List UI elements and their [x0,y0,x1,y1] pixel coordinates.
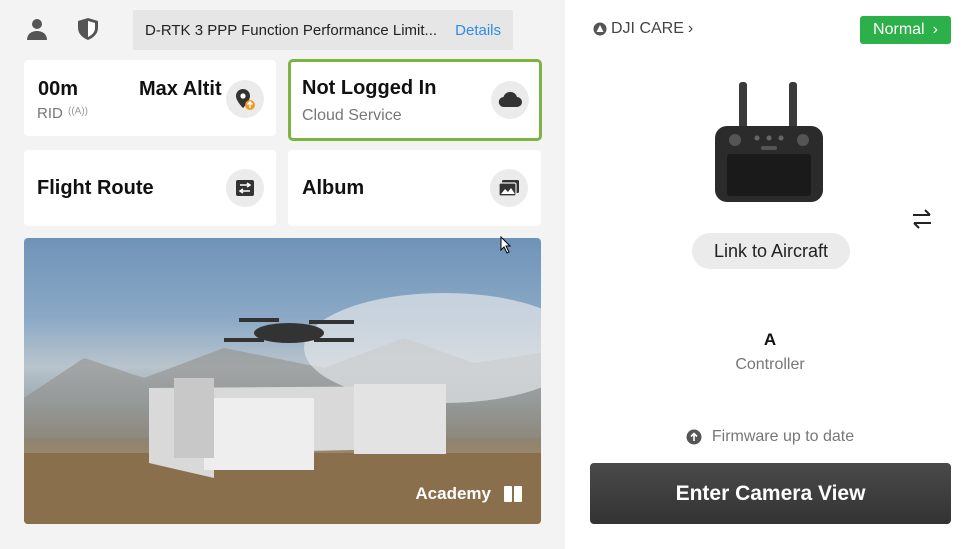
left-panel: D-RTK 3 PPP Function Performance Limit..… [0,0,565,549]
flight-route-title: Flight Route [37,177,154,199]
controller-label: Controller [735,356,805,373]
notice-text: D-RTK 3 PPP Function Performance Limit..… [145,21,438,39]
dji-care-link[interactable]: DJI CARE › [593,20,693,38]
cloud-service-label: Cloud Service [302,107,402,124]
academy-banner[interactable]: Academy [24,238,541,524]
upload-circle-icon [686,429,702,445]
link-to-aircraft-button[interactable]: Link to Aircraft [692,233,850,269]
location-pin-icon [226,80,264,118]
firmware-text: Firmware up to date [711,428,855,445]
controller-name: A [763,330,777,349]
enter-camera-view-button[interactable]: Enter Camera View [590,463,951,524]
academy-label-group: Academy [415,484,523,504]
distance-value: 00m [38,78,79,100]
cloud-icon [491,81,529,119]
details-link[interactable]: Details [455,22,501,39]
flight-route-card[interactable]: Flight Route [24,150,276,226]
max-altitude-title: Max Altit [139,78,222,100]
swap-icon[interactable] [911,208,933,235]
shield-icon[interactable] [73,14,103,44]
dji-care-label: DJI CARE [611,20,684,37]
rid-signal-icon: ((A)) [68,106,88,117]
album-title: Album [302,177,365,199]
user-icon[interactable] [22,14,52,44]
album-card[interactable]: Album [288,150,541,226]
dji-care-icon [593,22,607,36]
altitude-card[interactable]: 00m Max Altit RID ((A)) [24,60,276,136]
book-icon [504,486,522,502]
firmware-status[interactable]: Firmware up to date [565,428,975,446]
banner-image [24,293,541,524]
right-panel: DJI CARE › Normal › Link to Aircraft A C… [565,0,975,549]
status-label: Normal [873,21,925,38]
rid-label: RID [37,105,63,122]
route-list-icon [226,169,264,207]
status-badge[interactable]: Normal › [860,16,951,44]
chevron-right-icon: › [932,21,938,38]
mouse-cursor-icon [500,235,512,259]
notice-banner[interactable]: D-RTK 3 PPP Function Performance Limit..… [133,10,513,50]
academy-label: Academy [415,484,491,503]
chevron-right-icon: › [687,20,694,37]
gallery-icon [490,169,528,207]
cloud-service-card[interactable]: Not Logged In Cloud Service [288,59,542,141]
cloud-status-title: Not Logged In [302,77,437,99]
remote-controller-image [715,82,823,202]
